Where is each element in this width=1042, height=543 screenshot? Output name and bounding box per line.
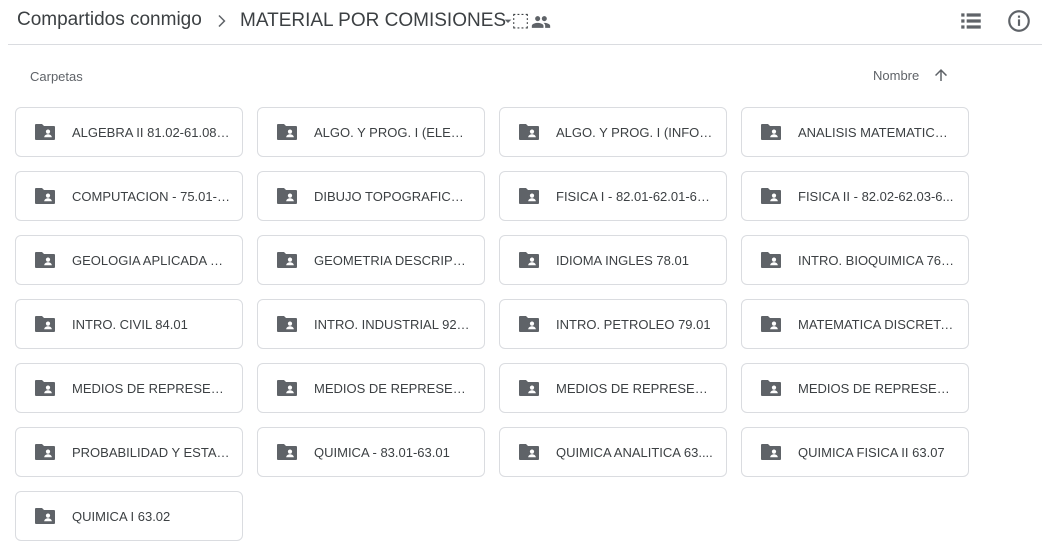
- shared-folder-icon: [35, 380, 55, 396]
- shared-folder-icon: [519, 316, 539, 332]
- breadcrumb-current-folder[interactable]: MATERIAL POR COMISIONES ⬚: [240, 9, 529, 32]
- folder-item[interactable]: GEOMETRIA DESCRIPTIV...: [257, 235, 485, 285]
- folder-item[interactable]: MEDIOS DE REPRESENT...: [741, 363, 969, 413]
- shared-folder-icon: [761, 252, 781, 268]
- shared-folder-icon: [761, 316, 781, 332]
- folder-item[interactable]: COMPUTACION - 75.01-9...: [15, 171, 243, 221]
- header-divider: [8, 44, 1042, 45]
- shared-folder-icon: [519, 444, 539, 460]
- folder-item[interactable]: QUIMICA I 63.02: [15, 491, 243, 541]
- section-label-folders: Carpetas: [30, 69, 83, 84]
- folder-name: FISICA II - 82.02-62.03-6...: [798, 189, 954, 204]
- folder-name: COMPUTACION - 75.01-9...: [72, 189, 230, 204]
- shared-folder-icon: [277, 380, 297, 396]
- folder-name: INTRO. BIOQUIMICA 76.40: [798, 253, 956, 268]
- shared-folder-icon: [277, 188, 297, 204]
- shared-folder-icon: [277, 124, 297, 140]
- folder-name: MEDIOS DE REPRESENT...: [314, 381, 472, 396]
- folder-name: QUIMICA - 83.01-63.01: [314, 445, 450, 460]
- breadcrumb-root[interactable]: Compartidos conmigo: [17, 9, 202, 31]
- folder-item[interactable]: DIBUJO TOPOGRAFICO 7...: [257, 171, 485, 221]
- top-bar: Compartidos conmigo MATERIAL POR COMISIO…: [0, 0, 1042, 44]
- folder-name: IDIOMA INGLES 78.01: [556, 253, 689, 268]
- folder-item[interactable]: ANALISIS MATEMATICO ...: [741, 107, 969, 157]
- folder-name: QUIMICA FISICA II 63.07: [798, 445, 945, 460]
- shared-folder-icon: [277, 252, 297, 268]
- folder-item[interactable]: ALGO. Y PROG. I (ELECT...: [257, 107, 485, 157]
- folder-name: ANALISIS MATEMATICO ...: [798, 125, 956, 140]
- folder-item[interactable]: FISICA I - 82.01-62.01-62...: [499, 171, 727, 221]
- shared-people-icon: [531, 16, 551, 28]
- folder-name: MEDIOS DE REPRESENT...: [798, 381, 956, 396]
- folder-name: DIBUJO TOPOGRAFICO 7...: [314, 189, 472, 204]
- folder-item[interactable]: QUIMICA - 83.01-63.01: [257, 427, 485, 477]
- folder-name: ALGEBRA II 81.02-61.08-...: [72, 125, 230, 140]
- folder-name: ALGO. Y PROG. I (INFOR...: [556, 125, 714, 140]
- folder-item[interactable]: MATEMATICA DISCRETA...: [741, 299, 969, 349]
- arrow-up-icon[interactable]: [932, 66, 950, 84]
- folder-grid: ALGEBRA II 81.02-61.08-... ALGO. Y PROG. …: [15, 107, 969, 541]
- sort-by-name-button[interactable]: Nombre: [873, 68, 919, 83]
- folder-item[interactable]: MEDIOS DE REPRESENT...: [257, 363, 485, 413]
- shared-folder-icon: [277, 444, 297, 460]
- shared-folder-icon: [519, 188, 539, 204]
- folder-name: INTRO. CIVIL 84.01: [72, 317, 188, 332]
- caret-down-icon[interactable]: [500, 13, 516, 29]
- folder-name: GEOLOGIA APLICADA 70...: [72, 253, 230, 268]
- shared-folder-icon: [519, 380, 539, 396]
- folder-item[interactable]: INTRO. INDUSTRIAL 92.03: [257, 299, 485, 349]
- folder-name: QUIMICA ANALITICA 63....: [556, 445, 713, 460]
- folder-name: INTRO. INDUSTRIAL 92.03: [314, 317, 472, 332]
- folder-name: GEOMETRIA DESCRIPTIV...: [314, 253, 472, 268]
- folder-name: QUIMICA I 63.02: [72, 509, 171, 524]
- shared-folder-icon: [35, 188, 55, 204]
- list-view-icon[interactable]: [958, 8, 984, 34]
- folder-item[interactable]: GEOLOGIA APLICADA 70...: [15, 235, 243, 285]
- chevron-right-icon: [218, 15, 226, 27]
- folder-item[interactable]: INTRO. PETROLEO 79.01: [499, 299, 727, 349]
- shared-folder-icon: [35, 252, 55, 268]
- folder-item[interactable]: QUIMICA FISICA II 63.07: [741, 427, 969, 477]
- folder-item[interactable]: ALGO. Y PROG. I (INFOR...: [499, 107, 727, 157]
- folder-name: PROBABILIDAD Y ESTADI...: [72, 445, 230, 460]
- folder-item[interactable]: PROBABILIDAD Y ESTADI...: [15, 427, 243, 477]
- shared-folder-icon: [761, 188, 781, 204]
- folder-item[interactable]: FISICA II - 82.02-62.03-6...: [741, 171, 969, 221]
- shared-folder-icon: [35, 124, 55, 140]
- folder-item[interactable]: INTRO. BIOQUIMICA 76.40: [741, 235, 969, 285]
- shared-folder-icon: [519, 124, 539, 140]
- folder-name: FISICA I - 82.01-62.01-62...: [556, 189, 714, 204]
- folder-item[interactable]: IDIOMA INGLES 78.01: [499, 235, 727, 285]
- folder-item[interactable]: QUIMICA ANALITICA 63....: [499, 427, 727, 477]
- info-icon[interactable]: [1006, 8, 1032, 34]
- folder-name: INTRO. PETROLEO 79.01: [556, 317, 711, 332]
- shared-folder-icon: [519, 252, 539, 268]
- shared-folder-icon: [35, 508, 55, 524]
- folder-item[interactable]: ALGEBRA II 81.02-61.08-...: [15, 107, 243, 157]
- folder-item[interactable]: INTRO. CIVIL 84.01: [15, 299, 243, 349]
- shared-folder-icon: [35, 316, 55, 332]
- shared-folder-icon: [277, 316, 297, 332]
- shared-folder-icon: [761, 444, 781, 460]
- folder-name: MEDIOS DE REPRESENT...: [72, 381, 230, 396]
- folder-name: MEDIOS DE REPRESENT...: [556, 381, 714, 396]
- shared-folder-icon: [761, 380, 781, 396]
- folder-item[interactable]: MEDIOS DE REPRESENT...: [499, 363, 727, 413]
- folder-name: ALGO. Y PROG. I (ELECT...: [314, 125, 472, 140]
- shared-folder-icon: [35, 444, 55, 460]
- folder-name: MATEMATICA DISCRETA...: [798, 317, 956, 332]
- folder-item[interactable]: MEDIOS DE REPRESENT...: [15, 363, 243, 413]
- shared-folder-icon: [761, 124, 781, 140]
